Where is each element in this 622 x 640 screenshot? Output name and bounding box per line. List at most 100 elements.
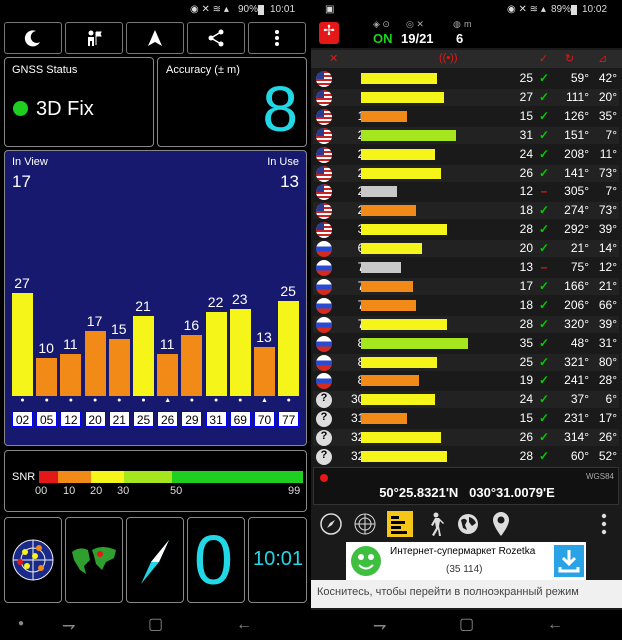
table-row[interactable]: ?31215✓231°17° [313,410,619,428]
radar-icon[interactable] [353,512,377,536]
prn-labels: ● 02 ● 05 ● 12 ● 20 ● 21 ● 25 ▲ 26 ● 29 ● 31 ● 69 ▲ 70 ● 77 [12,391,302,431]
snr-bar [205,312,227,396]
night-mode-button[interactable] [4,22,62,54]
snr-cell: 26 [519,430,533,445]
clock-button[interactable]: 10:01 [248,517,307,603]
walking-icon[interactable] [423,512,447,536]
table-row[interactable]: 527✓111°20° [313,88,619,106]
snr-cell: 35 [519,335,533,350]
azimuth-sort-icon[interactable]: ↻ [565,52,574,65]
world-map-button[interactable] [65,517,123,603]
clock: 10:01 [270,4,296,15]
sky-radar-button[interactable] [4,517,62,603]
table-row[interactable]: 3128✓292°39° [313,221,619,239]
elevation-cell: 31° [598,335,617,350]
azimuth-cell: 151° [564,127,589,142]
accuracy-panel: Accuracy (± m) 8 [157,57,307,147]
unknown-flag-icon: ? [316,411,332,428]
table-row[interactable]: 2526✓141°73° [313,164,619,182]
more-button[interactable] [248,22,306,54]
snr-bar [254,346,275,396]
more-icon [275,30,279,46]
bottom-toolbar [311,507,622,541]
ad-tap-strip[interactable]: Коснитесь, чтобы перейти в полноэкранный… [311,580,622,608]
snr-bar [361,167,441,179]
home-button[interactable]: ▢ [459,614,474,634]
gnss-status-label: GNSS Status [12,64,78,76]
snr-tick: 99 [288,485,301,497]
map-pin-icon[interactable] [491,511,511,537]
table-row[interactable]: 7728✓320°39° [313,315,619,333]
speed-button[interactable]: 0 [187,517,245,603]
table-row[interactable]: 2918✓274°73° [313,202,619,220]
signal-bars-icon[interactable] [387,511,413,537]
snr-tick: 20 [90,485,103,497]
table-row[interactable]: 8625✓321°80° [313,353,619,371]
unused-triangle-icon: ▲ [164,397,172,404]
table-row[interactable]: 7013–75°12° [313,259,619,276]
table-row[interactable]: 225✓59°42° [313,70,619,87]
snr-bar [361,451,447,462]
table-row[interactable]: 2612–305°7° [313,183,619,201]
fix-on-label: ON [373,31,393,46]
elevation-sort-icon[interactable]: ⊿ [598,52,607,65]
header-bar: ✢ ◈ ⊙ ON ◎ ✕ 19/21 ◍ m 6 [311,19,622,48]
rozetka-logo-icon [351,546,381,576]
back-button[interactable]: ← [236,616,252,634]
table-row[interactable]: 8719✓241°28° [313,372,619,390]
globe-icon[interactable] [456,512,480,536]
snr-cell: 24 [519,392,533,407]
signal-sort-icon[interactable]: ((•)) [439,52,458,64]
compass-button[interactable] [126,517,184,603]
snr-bar [361,205,416,217]
clock-value: 10:01 [253,548,304,570]
azimuth-cell: 305° [564,184,589,199]
elevation-cell: 11° [599,146,617,161]
prn-label: 31 [205,411,227,427]
recents-button[interactable]: ⇁ [373,616,386,636]
snr-bar [108,339,130,396]
table-row[interactable]: ?32628✓60°52° [313,448,619,465]
used-dot-icon: ● [68,397,73,404]
azimuth-cell: 60° [570,449,589,463]
check-icon: ✓ [538,89,550,104]
snr-bar-value: 23 [232,290,248,307]
prn-sort-icon[interactable]: ✕ [329,52,338,65]
azimuth-cell: 166° [564,278,589,293]
table-row[interactable]: 2124✓208°11° [313,145,619,163]
table-row[interactable]: 1215✓126°35° [313,107,619,125]
snr-bar-value: 21 [135,298,151,315]
elevation-cell: 66° [598,297,617,312]
navigate-button[interactable] [126,22,184,54]
elevation-cell: 42° [598,71,617,85]
snr-bar [361,91,444,103]
snr-bar [361,224,447,236]
table-row[interactable]: ?32426✓314°26° [313,429,619,447]
share-button[interactable] [187,22,245,54]
home-button[interactable]: ▢ [148,614,163,634]
satellite-bar-chart: In View 17 In Use 13 27 10 11 17 15 21 11 16 22 2… [4,150,307,446]
table-row[interactable]: 6920✓21°14° [313,240,619,258]
table-row[interactable]: 7618✓206°66° [313,296,619,314]
snr-label: SNR [12,471,36,483]
check-icon: ✓ [538,373,550,388]
user-button[interactable] [65,22,123,54]
check-icon: ✓ [538,335,550,350]
app-logo-icon[interactable]: ✢ [319,22,339,44]
back-button[interactable]: ← [547,616,563,634]
ad-download-button[interactable] [554,545,584,577]
ad-banner[interactable]: Интернет-супермаркет Rozetka (35 114) [346,542,586,580]
compass-icon[interactable] [319,512,343,536]
table-header: ✕ ((•)) ✓ ↻ ⊿ [311,50,622,68]
used-sort-icon[interactable]: ✓ [539,52,548,65]
table-row[interactable]: 7517✓166°21° [313,277,619,295]
table-row[interactable]: 8535✓48°31° [313,334,619,352]
azimuth-cell: 59° [570,71,589,85]
table-row[interactable]: ?30824✓37°6° [313,391,619,409]
table-row[interactable]: 2031✓151°7° [313,126,619,144]
check-icon: ✓ [538,241,550,256]
more-icon[interactable] [601,512,607,536]
azimuth-cell: 321° [564,354,589,369]
recents-button[interactable]: ⇁ [62,616,75,636]
elevation-cell: 21° [598,278,617,293]
